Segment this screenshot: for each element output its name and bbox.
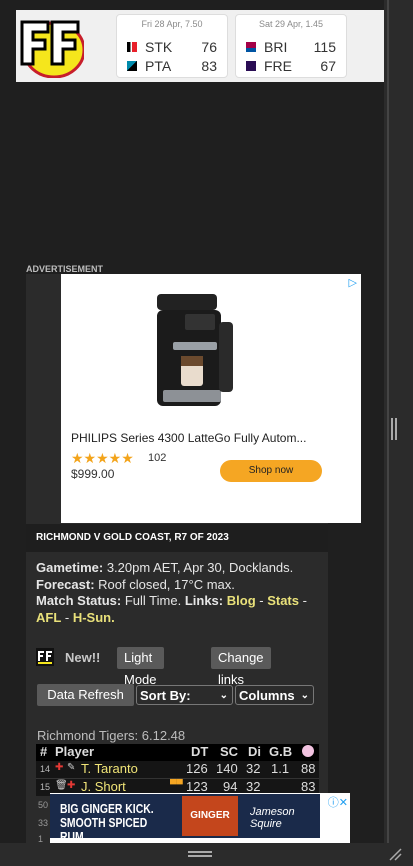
rating-stars-icon: ★★★★★ bbox=[71, 450, 134, 466]
player-table: # Player DT SC Di G.B 14 ✚ ✎ T. Taranto … bbox=[36, 744, 319, 796]
link-hsun[interactable]: H-Sun. bbox=[73, 610, 115, 625]
match-info: Gametime: 3.20pm AET, Apr 30, Docklands.… bbox=[36, 560, 307, 625]
fremantle-guernsey-icon bbox=[246, 61, 256, 71]
ad-brand: Jameson Squire bbox=[250, 806, 295, 830]
advertisement-label: ADVERTISEMENT bbox=[26, 264, 104, 274]
player-number: 14 bbox=[40, 764, 51, 774]
ad-slogan: BIG GINGER KICK. SMOOTH SPICED RUM. bbox=[60, 801, 154, 839]
status-label: Match Status: bbox=[36, 593, 122, 608]
ad-choices-icon[interactable]: ▷ bbox=[349, 276, 357, 289]
team-abbr: BRI bbox=[264, 39, 288, 55]
columns-select[interactable]: Columns ⌄ bbox=[235, 685, 314, 705]
col-player[interactable]: Player bbox=[55, 744, 94, 759]
team-abbr: PTA bbox=[145, 58, 172, 74]
scores-banner: Fri 28 Apr, 7.50 STK 76 PTA 83 Sat 29 Ap… bbox=[16, 10, 384, 82]
match-header: RICHMOND V GOLD COAST, R7 OF 2023 bbox=[26, 524, 328, 552]
extra-value: 83 bbox=[301, 779, 316, 794]
col-sc[interactable]: SC bbox=[220, 744, 238, 759]
ad-banner-image: BIG GINGER KICK. SMOOTH SPICED RUM. GING… bbox=[50, 794, 320, 838]
edit-icon[interactable]: ✎ bbox=[67, 762, 75, 773]
ff-mini-logo-icon bbox=[36, 648, 54, 666]
team-abbr: FRE bbox=[264, 58, 292, 74]
ad-product-title: PHILIPS Series 4300 LatteGo Fully Autom.… bbox=[71, 431, 307, 445]
col-gb[interactable]: G.B bbox=[269, 744, 292, 759]
team-score: 115 bbox=[313, 39, 336, 55]
link-afl[interactable]: AFL bbox=[36, 610, 61, 625]
di-value: 32 bbox=[246, 761, 261, 776]
sc-value: 94 bbox=[223, 779, 238, 794]
gametime-label: Gametime: bbox=[36, 560, 104, 575]
links-label: Links: bbox=[184, 593, 224, 608]
gametime-value: 3.20pm AET, Apr 30, Docklands. bbox=[106, 560, 294, 575]
shop-now-button[interactable]: Shop now bbox=[220, 460, 322, 482]
player-number: 50 bbox=[38, 800, 49, 810]
rating-count: 102 bbox=[148, 452, 167, 464]
new-label: New!! bbox=[65, 650, 101, 665]
score-row: FRE 67 bbox=[246, 57, 336, 75]
col-dt[interactable]: DT bbox=[191, 744, 208, 759]
chevron-down-icon: ⌄ bbox=[300, 690, 309, 701]
stkilda-guernsey-icon bbox=[127, 42, 137, 52]
score-row: PTA 83 bbox=[127, 57, 217, 75]
player-name[interactable]: T. Taranto bbox=[81, 761, 138, 776]
guernsey-icon: ✚ bbox=[67, 780, 76, 791]
sort-by-label: Sort By: bbox=[140, 688, 191, 703]
score-row: BRI 115 bbox=[246, 38, 336, 56]
trash-icon[interactable]: 🗑 bbox=[55, 780, 68, 791]
team-abbr: STK bbox=[145, 39, 173, 55]
status-value: Full Time. bbox=[124, 593, 182, 608]
team-score: 67 bbox=[320, 58, 336, 74]
guernsey-icon: ✚ bbox=[55, 762, 64, 773]
team-score-title: Richmond Tigers: 6.12.48 bbox=[37, 728, 186, 743]
team-score: 83 bbox=[201, 58, 217, 74]
rum-banner-ad[interactable]: BIG GINGER KICK. SMOOTH SPICED RUM. GING… bbox=[50, 793, 350, 843]
score-row: STK 76 bbox=[127, 38, 217, 56]
score-card[interactable]: Sat 29 Apr, 1.45 BRI 115 FRE 67 bbox=[235, 14, 347, 78]
rail-divider bbox=[387, 0, 389, 866]
change-links-button[interactable]: Change links bbox=[211, 647, 271, 687]
data-refresh-button[interactable]: Data Refresh bbox=[37, 684, 134, 706]
game-time: Fri 28 Apr, 7.50 bbox=[141, 19, 203, 29]
extra-column-icon[interactable] bbox=[302, 745, 314, 757]
team-score: 76 bbox=[201, 39, 217, 55]
player-number: 33 bbox=[38, 818, 49, 828]
ad-close-icon[interactable]: ⓘ✕ bbox=[328, 794, 348, 810]
ad-can: GINGER BEER bbox=[182, 796, 238, 836]
sort-by-select[interactable]: Sort By: ⌄ bbox=[136, 685, 233, 705]
player-number: 15 bbox=[40, 782, 51, 792]
dt-value: 123 bbox=[186, 779, 208, 794]
columns-label: Columns bbox=[239, 688, 295, 703]
coffee-machine-ad[interactable]: ▷ PHILIPS Series 4300 LatteGo Fully Auto… bbox=[61, 274, 361, 523]
player-name[interactable]: J. Short bbox=[81, 779, 126, 794]
table-row[interactable]: 14 ✚ ✎ T. Taranto 126 140 32 1.1 88 bbox=[36, 761, 319, 778]
light-mode-button[interactable]: Light Mode bbox=[117, 647, 164, 687]
ff-logo[interactable] bbox=[18, 16, 84, 78]
game-time: Sat 29 Apr, 1.45 bbox=[258, 19, 324, 29]
vertical-resize-grip-icon[interactable] bbox=[391, 418, 397, 440]
brisbane-guernsey-icon bbox=[246, 42, 256, 52]
horizontal-resize-grip-icon[interactable] bbox=[188, 851, 212, 857]
coffee-machine-image bbox=[157, 294, 233, 406]
sc-value: 140 bbox=[216, 761, 238, 776]
dt-value: 126 bbox=[186, 761, 208, 776]
resize-corner-icon[interactable] bbox=[388, 847, 402, 861]
forecast-label: Forecast: bbox=[36, 576, 95, 592]
extra-value: 88 bbox=[301, 761, 316, 776]
portadelaide-guernsey-icon bbox=[127, 61, 137, 71]
table-header: # Player DT SC Di G.B bbox=[36, 744, 319, 761]
link-stats[interactable]: Stats bbox=[267, 593, 299, 608]
tag-icon: ▀▀ bbox=[170, 779, 183, 789]
gb-value: 1.1 bbox=[271, 761, 290, 776]
col-di[interactable]: Di bbox=[248, 744, 261, 759]
chevron-down-icon: ⌄ bbox=[219, 690, 228, 701]
link-blog[interactable]: Blog bbox=[227, 593, 256, 608]
ad-price: $999.00 bbox=[71, 467, 115, 481]
di-value: 32 bbox=[246, 779, 261, 794]
forecast-value: Roof closed, 17°C max. bbox=[98, 576, 235, 592]
score-card[interactable]: Fri 28 Apr, 7.50 STK 76 PTA 83 bbox=[116, 14, 228, 78]
col-num[interactable]: # bbox=[40, 744, 47, 759]
